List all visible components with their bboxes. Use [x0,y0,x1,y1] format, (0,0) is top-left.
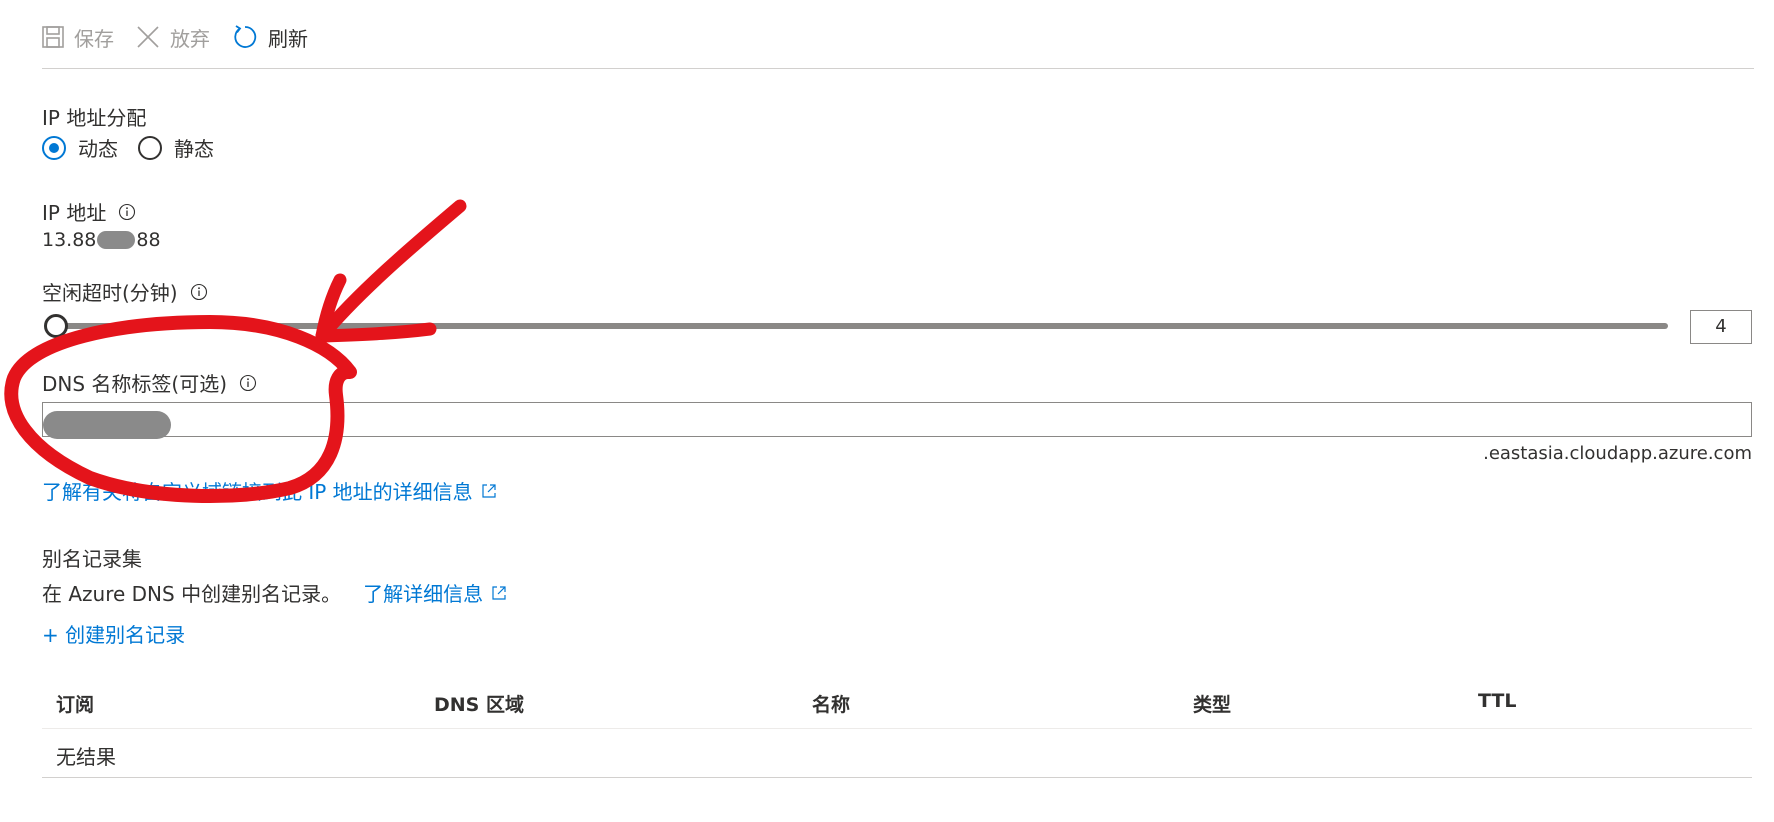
table-row: 无结果 [42,729,1752,778]
ip-address-suffix: 88 [136,229,161,251]
alias-records-table: 订阅 DNS 区域 名称 类型 TTL 无结果 [42,678,1752,778]
radio-dynamic-label: 动态 [78,137,118,161]
ip-address-label-text: IP 地址 [42,201,107,225]
ip-assignment-radio-group: 动态 静态 [42,133,234,162]
learn-more-dns-link[interactable]: 了解有关将自定义域链接到此 IP 地址的详细信息 [42,476,497,505]
dns-suffix: .eastasia.cloudapp.azure.com [1483,443,1752,464]
save-button[interactable]: 保存 [42,22,114,52]
save-button-label: 保存 [74,26,114,51]
idle-timeout-label: 空闲超时(分钟) [42,277,208,306]
ip-address-label: IP 地址 [42,197,136,226]
radio-dynamic[interactable]: 动态 [42,133,118,162]
column-header-subscription: 订阅 [56,694,95,716]
table-header: 订阅 DNS 区域 名称 类型 TTL [42,678,1752,729]
alias-learn-more-link[interactable]: 了解详细信息 [363,578,507,607]
idle-timeout-slider-thumb[interactable] [44,314,68,338]
alias-records-title: 别名记录集 [42,543,142,572]
column-header-name: 名称 [812,694,851,716]
radio-static[interactable]: 静态 [138,133,214,162]
column-header-dns-zone: DNS 区域 [434,694,524,716]
create-alias-record-label: + 创建别名记录 [42,623,186,647]
refresh-icon [232,24,258,50]
external-link-icon [481,483,497,499]
alias-records-title-text: 别名记录集 [42,547,142,571]
refresh-button-label: 刷新 [268,26,308,51]
radio-dynamic-circle[interactable] [42,135,66,160]
command-bar: 保存 放弃 刷新 [42,22,1754,69]
radio-static-label: 静态 [174,137,214,161]
dns-name-label-input[interactable] [42,402,1752,439]
info-icon[interactable] [118,203,136,221]
empty-results-text: 无结果 [56,745,116,769]
dns-name-label: DNS 名称标签(可选) [42,368,257,397]
ip-address-prefix: 13.88 [42,229,97,251]
discard-button[interactable]: 放弃 [136,22,210,52]
info-icon[interactable] [239,374,257,392]
idle-timeout-value-input[interactable]: 4 [1690,310,1752,344]
idle-timeout-label-text: 空闲超时(分钟) [42,281,178,305]
annotation-arrow-shaft [315,199,467,343]
redaction-mark [43,411,171,439]
refresh-button[interactable]: 刷新 [232,22,308,52]
column-header-ttl: TTL [1478,690,1517,712]
ip-address-value: 13.88 88 [42,229,161,251]
alias-learn-more-link-text: 了解详细信息 [363,582,484,606]
dns-name-label-text: DNS 名称标签(可选) [42,372,228,396]
alias-records-description: 在 Azure DNS 中创建别名记录。 了解详细信息 [42,578,507,607]
close-icon [136,25,160,49]
radio-static-circle[interactable] [138,135,162,160]
info-icon[interactable] [190,283,208,301]
save-icon [42,26,64,48]
ip-assignment-label: IP 地址分配 [42,102,146,131]
redaction-mark [97,231,136,249]
create-alias-record-button[interactable]: + 创建别名记录 [42,619,185,648]
idle-timeout-slider-track[interactable] [58,323,1668,329]
discard-button-label: 放弃 [170,26,210,51]
column-header-type: 类型 [1193,694,1232,716]
learn-more-dns-link-text: 了解有关将自定义域链接到此 IP 地址的详细信息 [42,480,473,504]
alias-records-description-text: 在 Azure DNS 中创建别名记录。 [42,582,342,606]
ip-assignment-label-text: IP 地址分配 [42,106,147,130]
external-link-icon [491,585,507,601]
public-ip-configuration-page: 保存 放弃 刷新 IP 地址分配 动态 静态 IP 地址 13.88 88 空闲… [0,0,1774,822]
